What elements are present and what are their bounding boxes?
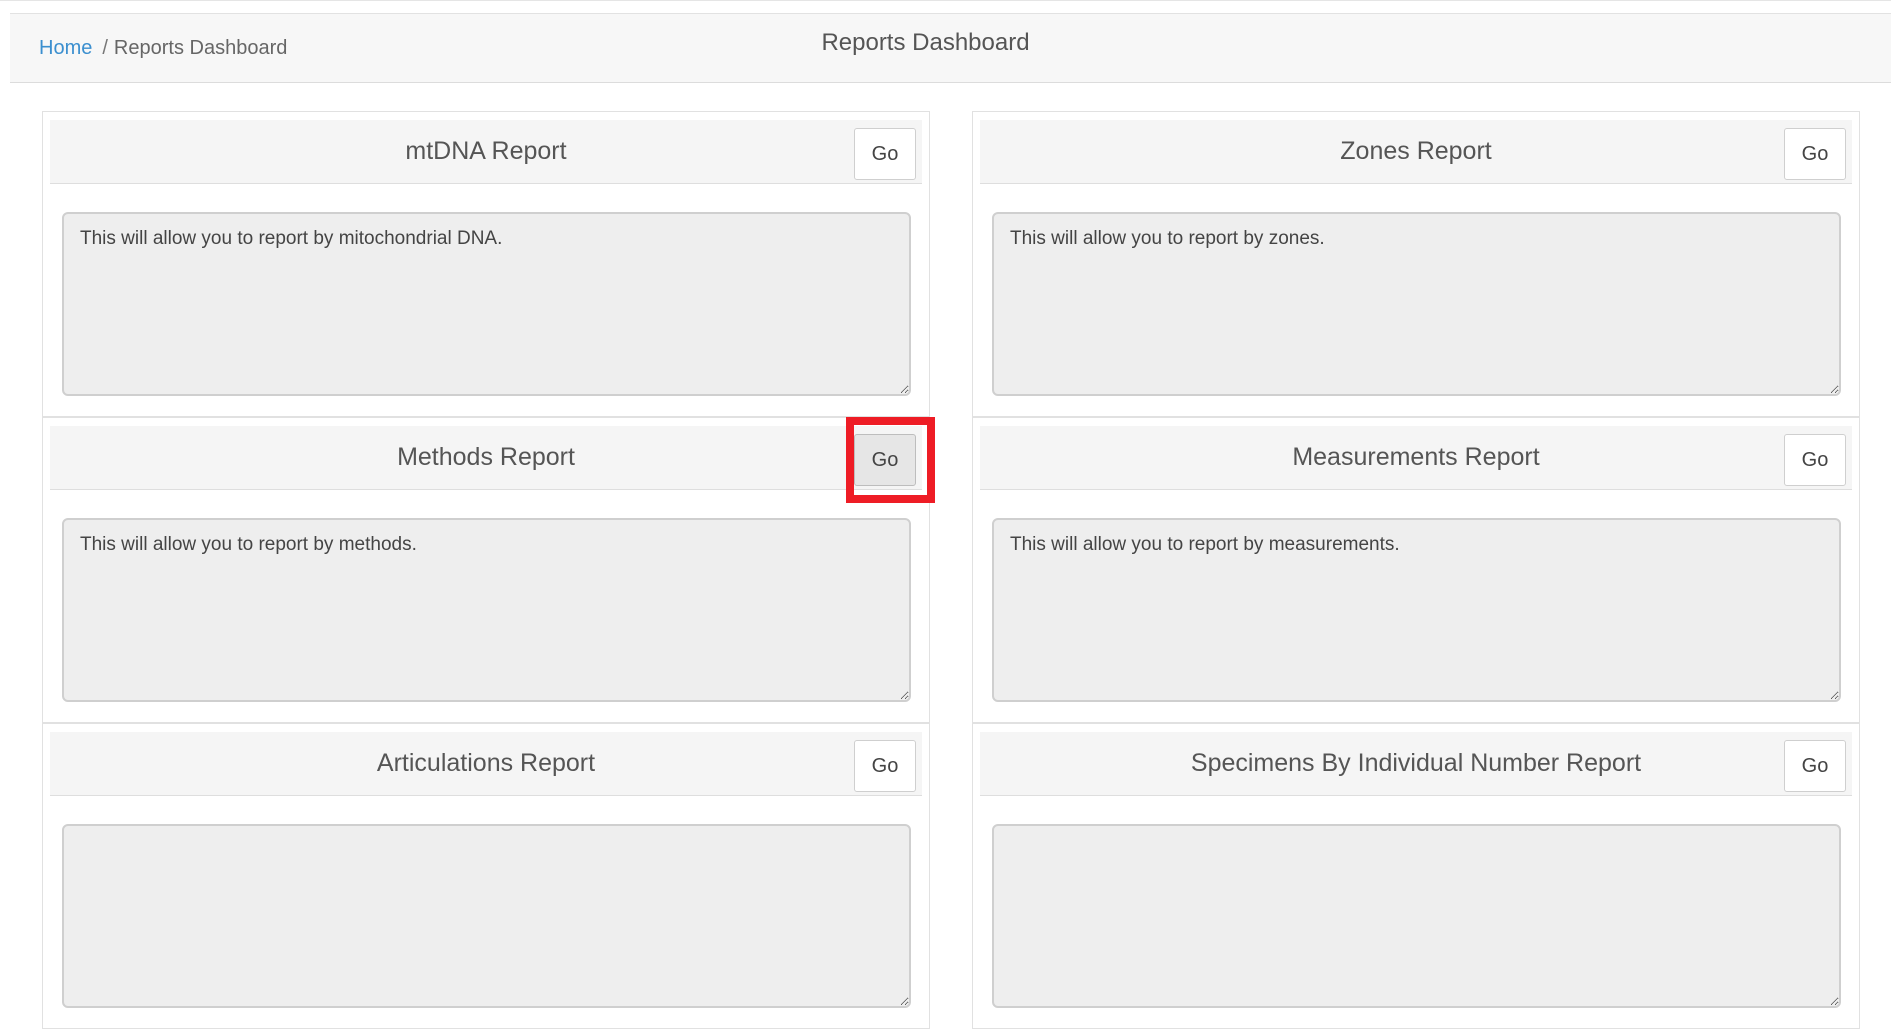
report-title: Specimens By Individual Number Report: [1190, 749, 1642, 777]
report-title: Articulations Report: [376, 749, 596, 777]
report-panel-header: Specimens By Individual Number Report Go: [980, 732, 1852, 796]
report-panel-header: Measurements Report Go: [980, 426, 1852, 490]
report-panel-header: Zones Report Go: [980, 120, 1852, 184]
report-panel-mtdna: mtDNA Report Go This will allow you to r…: [42, 111, 930, 417]
reports-dashboard-page: Home / Reports Dashboard Reports Dashboard…: [0, 0, 1891, 1029]
page-title: Reports Dashboard: [821, 29, 1030, 56]
report-title: mtDNA Report: [405, 137, 567, 165]
report-panel-methods: Methods Report Go This will allow you to…: [42, 417, 935, 723]
page-header: Home / Reports Dashboard Reports Dashboard: [10, 13, 1891, 83]
measurements-go-button[interactable]: Go: [1784, 434, 1846, 486]
report-panel-zones: Zones Report Go This will allow you to r…: [972, 111, 1860, 417]
specimens-go-button[interactable]: Go: [1784, 740, 1846, 792]
report-description-textarea[interactable]: This will allow you to report by methods…: [62, 518, 911, 702]
report-title: Zones Report: [1340, 137, 1492, 165]
report-description-textarea[interactable]: This will allow you to report by measure…: [992, 518, 1841, 702]
report-panel-articulations: Articulations Report Go: [42, 723, 930, 1029]
report-panel-header: Articulations Report Go: [50, 732, 922, 796]
mtdna-go-button[interactable]: Go: [854, 128, 916, 180]
report-description-textarea[interactable]: This will allow you to report by mitocho…: [62, 212, 911, 396]
report-panel-specimens-by-individual-number: Specimens By Individual Number Report Go: [972, 723, 1860, 1029]
report-description-textarea[interactable]: This will allow you to report by zones.: [992, 212, 1841, 396]
report-description-textarea[interactable]: [992, 824, 1841, 1008]
report-title: Methods Report: [397, 443, 575, 471]
report-panel-measurements: Measurements Report Go This will allow y…: [972, 417, 1860, 723]
report-title: Measurements Report: [1292, 443, 1540, 471]
zones-go-button[interactable]: Go: [1784, 128, 1846, 180]
report-panel-header: mtDNA Report Go: [50, 120, 922, 184]
report-panel-header: Methods Report Go: [50, 417, 935, 503]
methods-go-button[interactable]: Go: [854, 434, 916, 486]
articulations-go-button[interactable]: Go: [854, 740, 916, 792]
report-description-textarea[interactable]: [62, 824, 911, 1008]
